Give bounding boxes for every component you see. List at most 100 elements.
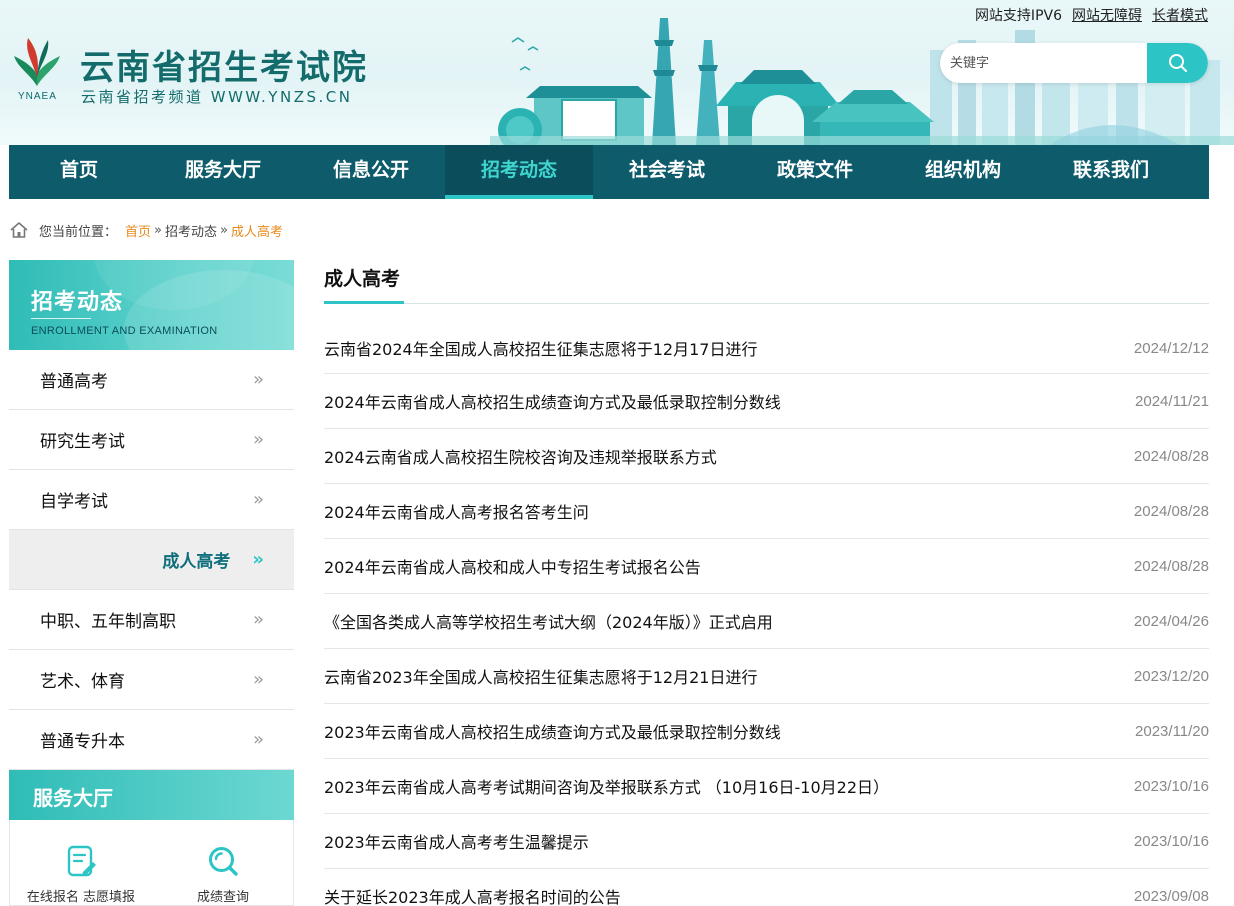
double-chevron-right-icon: » [252, 369, 264, 390]
main-nav: 首页 服务大厅 信息公开 招考动态 社会考试 政策文件 组织机构 联系我们 [9, 145, 1209, 199]
site-header: 网站支持IPV6 网站无障碍 长者模式 YNAEA 云南省招生考试院 云南省招考… [0, 0, 1234, 145]
sidebar-item-label: 普通专升本 [40, 732, 125, 752]
breadcrumb: 您当前位置： 首页 » 招考动态 » 成人高考 [9, 219, 283, 241]
service-hall-header: 服务大厅 [9, 770, 294, 820]
service-tile-label: 成绩查询 [196, 890, 249, 905]
nav-home[interactable]: 首页 [9, 145, 149, 199]
news-item[interactable]: 《全国各类成人高等学校招生考试大纲（2024年版）》正式启用 2024/04/26 [324, 594, 1209, 649]
breadcrumb-current[interactable]: 成人高考 [231, 221, 283, 240]
breadcrumb-exam-news[interactable]: 招考动态 [165, 221, 217, 240]
sidebar-item-label: 中职、五年制高职 [40, 612, 176, 632]
news-item[interactable]: 2023年云南省成人高考考生温馨提示 2023/10/16 [324, 814, 1209, 869]
news-title-link[interactable]: 2023年云南省成人高考考生温馨提示 [324, 829, 589, 853]
news-date: 2024/11/21 [1135, 392, 1209, 410]
breadcrumb-separator: » [220, 222, 228, 238]
sidebar-item-regular-gaokao[interactable]: 普通高考 » [9, 350, 294, 410]
search-box [940, 43, 1208, 83]
news-date: 2023/11/20 [1135, 722, 1209, 740]
logo-abbreviation: YNAEA [18, 91, 57, 102]
double-chevron-right-icon: » [252, 729, 264, 750]
sidebar-item-label: 普通高考 [40, 372, 108, 392]
news-date: 2024/08/28 [1133, 447, 1209, 465]
news-title-link[interactable]: 2023年云南省成人高校招生成绩查询方式及最低录取控制分数线 [324, 719, 781, 743]
site-subtitle: 云南省招考频道 WWW.YNZS.CN [81, 88, 353, 106]
double-chevron-right-icon: » [252, 429, 264, 450]
news-date: 2023/09/08 [1133, 887, 1209, 905]
service-hall-panel: 在线报名 志愿填报 成绩查询 [9, 820, 294, 906]
news-date: 2024/08/28 [1133, 557, 1209, 575]
news-title-link[interactable]: 关于延长2023年成人高考报名时间的公告 [324, 884, 621, 906]
form-edit-icon [67, 845, 96, 877]
search-input[interactable] [940, 43, 1148, 83]
sidebar-title-underline [31, 318, 91, 319]
news-title-link[interactable]: 2024年云南省成人高考报名答考生问 [324, 499, 589, 523]
nav-exam-news[interactable]: 招考动态 [445, 145, 593, 199]
sidebar-item-label: 艺术、体育 [40, 672, 125, 692]
news-item[interactable]: 云南省2024年全国成人高校招生征集志愿将于12月17日进行 2024/12/12 [324, 323, 1209, 374]
news-item[interactable]: 云南省2023年全国成人高校招生征集志愿将于12月21日进行 2023/12/20 [324, 649, 1209, 704]
news-title-link[interactable]: 2024年云南省成人高校招生成绩查询方式及最低录取控制分数线 [324, 389, 781, 413]
sidebar-item-label: 自学考试 [40, 492, 108, 512]
double-chevron-right-icon: » [252, 489, 264, 510]
sidebar-title-en: ENROLLMENT AND EXAMINATION [31, 325, 218, 337]
news-title-link[interactable]: 2023年云南省成人高考考试期间咨询及举报联系方式 （10月16日-10月22日… [324, 774, 889, 798]
news-item[interactable]: 2023年云南省成人高校招生成绩查询方式及最低录取控制分数线 2023/11/20 [324, 704, 1209, 759]
ipv6-notice: 网站支持IPV6 [974, 8, 1062, 24]
news-title-link[interactable]: 云南省2023年全国成人高校招生征集志愿将于12月21日进行 [324, 664, 757, 688]
news-date: 2024/04/26 [1133, 612, 1209, 630]
news-title-link[interactable]: 《全国各类成人高等学校招生考试大纲（2024年版）》正式启用 [324, 609, 773, 633]
site-title: 云南省招生考试院 [80, 48, 368, 88]
news-item[interactable]: 2024年云南省成人高校和成人中专招生考试报名公告 2024/08/28 [324, 539, 1209, 594]
news-title-link[interactable]: 2024云南省成人高校招生院校咨询及违规举报联系方式 [324, 444, 717, 468]
service-tile-label: 在线报名 志愿填报 [26, 890, 136, 905]
top-links: 网站支持IPV6 网站无障碍 长者模式 [975, 5, 1208, 25]
elder-mode-link[interactable]: 长者模式 [1152, 5, 1208, 25]
search-button[interactable] [1147, 43, 1208, 83]
news-list: 云南省2024年全国成人高校招生征集志愿将于12月17日进行 2024/12/12… [324, 323, 1209, 906]
news-date: 2023/10/16 [1133, 777, 1209, 795]
section-title-bar: 成人高考 [324, 262, 1209, 304]
service-tile-score-query[interactable]: 成绩查询 [152, 844, 294, 905]
breadcrumb-prefix: 您当前位置： [39, 224, 118, 240]
search-magnifier-icon [209, 847, 238, 876]
sidebar-item-adult-exam[interactable]: 成人高考 » [9, 530, 294, 590]
breadcrumb-home[interactable]: 首页 [125, 221, 151, 240]
sidebar-item-vocational[interactable]: 中职、五年制高职 » [9, 590, 294, 650]
sidebar-item-label: 研究生考试 [40, 432, 125, 452]
breadcrumb-separator: » [154, 222, 162, 238]
section-title: 成人高考 [324, 268, 401, 290]
section-title-underline [324, 301, 404, 304]
news-item[interactable]: 2023年云南省成人高考考试期间咨询及举报联系方式 （10月16日-10月22日… [324, 759, 1209, 814]
nav-info-disclosure[interactable]: 信息公开 [297, 145, 445, 199]
nav-social-exams[interactable]: 社会考试 [593, 145, 741, 199]
sidebar-item-upgrade-bachelor[interactable]: 普通专升本 » [9, 710, 294, 770]
news-item[interactable]: 2024云南省成人高校招生院校咨询及违规举报联系方式 2024/08/28 [324, 429, 1209, 484]
sidebar-menu: 普通高考 » 研究生考试 » 自学考试 » 成人高考 » 中职、五年制高职 » … [9, 350, 294, 770]
double-chevron-right-icon: » [252, 669, 264, 690]
news-section: 成人高考 云南省2024年全国成人高校招生征集志愿将于12月17日进行 2024/… [324, 262, 1209, 906]
news-item[interactable]: 2024年云南省成人高考报名答考生问 2024/08/28 [324, 484, 1209, 539]
accessibility-link[interactable]: 网站无障碍 [1072, 5, 1142, 25]
nav-policy-docs[interactable]: 政策文件 [741, 145, 889, 199]
service-tile-online-apply[interactable]: 在线报名 志愿填报 [10, 844, 152, 905]
news-title-link[interactable]: 2024年云南省成人高校和成人中专招生考试报名公告 [324, 554, 701, 578]
double-chevron-right-icon: » [252, 609, 264, 630]
news-date: 2024/08/28 [1133, 502, 1209, 520]
news-date: 2023/12/20 [1133, 667, 1209, 685]
sidebar-title: 招考动态 [31, 290, 124, 315]
sidebar-item-postgraduate[interactable]: 研究生考试 » [9, 410, 294, 470]
sidebar-item-self-study[interactable]: 自学考试 » [9, 470, 294, 530]
news-date: 2023/10/16 [1133, 832, 1209, 850]
news-title-link[interactable]: 云南省2024年全国成人高校招生征集志愿将于12月17日进行 [324, 336, 757, 360]
sidebar-header: 招考动态 ENROLLMENT AND EXAMINATION [9, 260, 294, 350]
news-item[interactable]: 关于延长2023年成人高考报名时间的公告 2023/09/08 [324, 869, 1209, 906]
nav-service-hall[interactable]: 服务大厅 [149, 145, 297, 199]
service-hall-title: 服务大厅 [33, 786, 113, 810]
sidebar-item-arts-sports[interactable]: 艺术、体育 » [9, 650, 294, 710]
nav-organization[interactable]: 组织机构 [889, 145, 1037, 199]
sidebar-item-label: 成人高考 [162, 552, 231, 572]
news-item[interactable]: 2024年云南省成人高校招生成绩查询方式及最低录取控制分数线 2024/11/21 [324, 374, 1209, 429]
home-icon [10, 222, 28, 238]
nav-contact-us[interactable]: 联系我们 [1037, 145, 1185, 199]
double-chevron-right-icon: » [252, 549, 264, 570]
